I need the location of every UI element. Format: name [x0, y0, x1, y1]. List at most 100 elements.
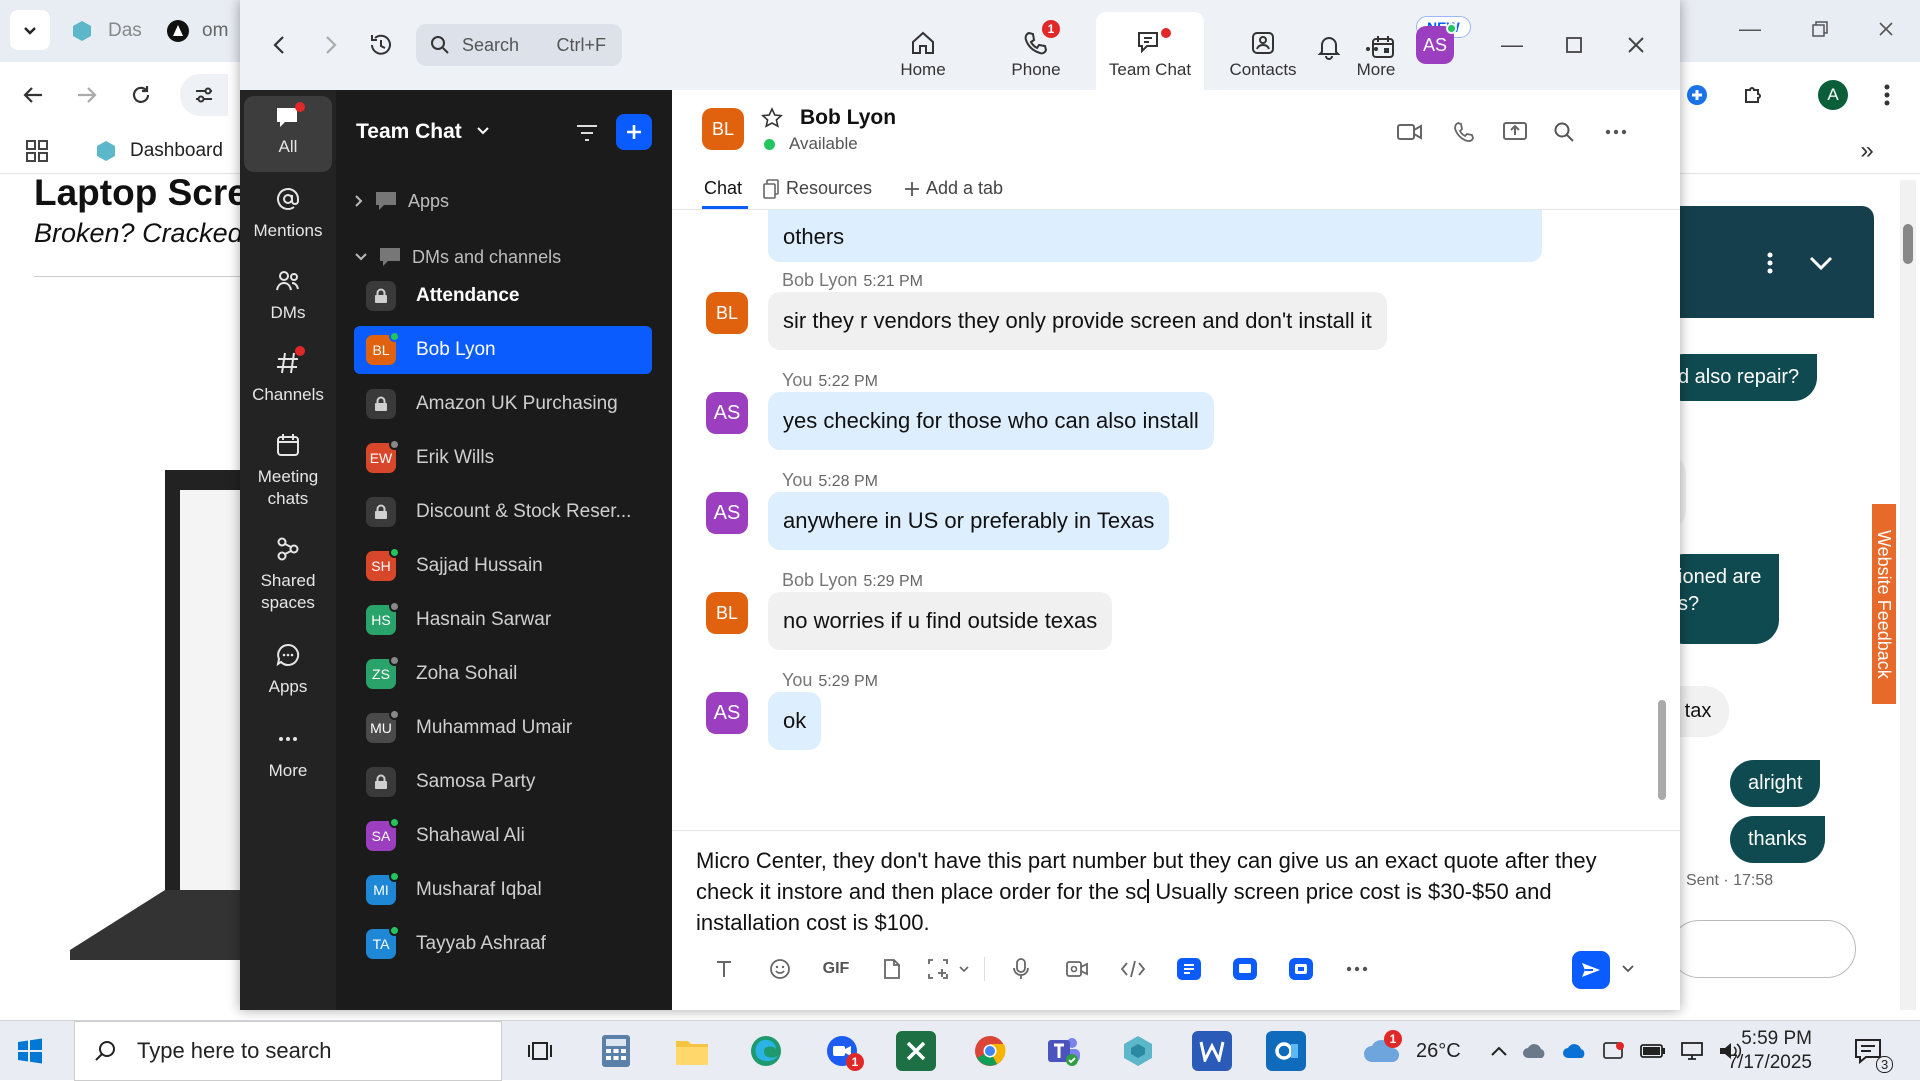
message-bubble[interactable]: others [768, 210, 1542, 262]
format-text-button[interactable] [696, 947, 752, 991]
widget-collapse-button[interactable] [1806, 248, 1836, 278]
rail-item-apps[interactable]: Apps [244, 642, 332, 698]
rail-item-meeting-chats[interactable]: Meeting chats [244, 432, 332, 510]
extensions-menu-button[interactable] [1738, 80, 1768, 110]
scrollbar-thumb[interactable] [1658, 700, 1666, 800]
rail-item-channels[interactable]: Channels [244, 346, 332, 406]
browser-tab-2[interactable]: om [166, 18, 228, 44]
message-bubble[interactable]: ok [768, 692, 822, 750]
audio-call-button[interactable] [1448, 116, 1480, 148]
docs-app-button[interactable] [1161, 947, 1217, 991]
channel-list-item[interactable]: MI Musharaf Iqbal [354, 866, 652, 914]
channel-list-item[interactable]: Attendance [354, 272, 652, 320]
compose-more-button[interactable] [1329, 947, 1385, 991]
history-button[interactable] [364, 28, 398, 62]
share-screen-button[interactable] [1498, 116, 1532, 148]
search-chat-button[interactable] [1548, 116, 1580, 148]
message-bubble[interactable]: anywhere in US or preferably in Texas [768, 492, 1170, 550]
browser-menu-button[interactable] [1872, 80, 1902, 110]
sender-avatar[interactable]: AS [706, 392, 748, 434]
tab-contacts[interactable]: Contacts [1210, 12, 1316, 90]
network-icon[interactable] [1680, 1041, 1704, 1061]
screenshot-button[interactable] [920, 947, 976, 991]
user-avatar[interactable]: AS [1416, 23, 1457, 64]
zoom-close-button[interactable] [1614, 30, 1658, 60]
attach-file-button[interactable] [864, 947, 920, 991]
channel-list-item[interactable]: BL Bob Lyon [354, 326, 652, 374]
website-feedback-tab[interactable]: Website Feedback [1872, 504, 1896, 704]
reload-button[interactable] [126, 80, 156, 110]
onedrive-grey-icon[interactable] [1522, 1042, 1548, 1060]
channel-list-item[interactable]: Samosa Party [354, 758, 652, 806]
taskbar-excel[interactable] [896, 1031, 936, 1071]
channel-list-item[interactable]: MU Muhammad Umair [354, 704, 652, 752]
taskbar-outlook[interactable] [1266, 1031, 1306, 1071]
bookmark-dashboard[interactable]: Dashboard [94, 136, 223, 166]
taskbar-app-dashboard[interactable] [1118, 1031, 1158, 1071]
message-input[interactable]: Micro Center, they don't have this part … [696, 845, 1656, 938]
message-bubble[interactable]: no worries if u find outside texas [768, 592, 1113, 650]
contact-avatar[interactable]: BL [702, 108, 744, 150]
browser-close-button[interactable] [1856, 14, 1916, 44]
scheduler-app-button[interactable] [1273, 947, 1329, 991]
widget-message-input[interactable] [1680, 920, 1856, 978]
message-bubble[interactable]: yes checking for those who can also inst… [768, 392, 1214, 450]
start-button[interactable] [14, 1035, 46, 1067]
channel-list-item[interactable]: Amazon UK Purchasing [354, 380, 652, 428]
weather-widget[interactable]: 1 26°C [1362, 1021, 1461, 1081]
rail-item-dms[interactable]: DMs [244, 268, 332, 324]
battery-icon[interactable] [1640, 1043, 1666, 1059]
code-snippet-button[interactable] [1105, 947, 1161, 991]
chevron-up-icon[interactable] [1490, 1045, 1508, 1057]
tab-home[interactable]: Home [870, 12, 976, 90]
message-scrollbar[interactable] [1658, 210, 1672, 830]
profile-avatar[interactable]: A [1818, 80, 1848, 110]
whiteboard-app-button[interactable] [1217, 947, 1273, 991]
taskbar-calculator[interactable] [596, 1031, 636, 1071]
calendar-button[interactable] [1366, 30, 1400, 64]
rail-item-all[interactable]: All [244, 96, 332, 172]
forward-button[interactable] [72, 80, 102, 110]
filter-button[interactable] [572, 118, 602, 148]
channel-list-item[interactable]: TA Tayyab Ashraaf [354, 920, 652, 968]
tab-list-button[interactable] [10, 10, 50, 50]
extension-button[interactable] [1682, 80, 1712, 110]
taskbar-search-input[interactable]: Type here to search [74, 1021, 502, 1081]
channel-list-item[interactable]: EW Erik Wills [354, 434, 652, 482]
channel-list-item[interactable]: ZS Zoha Sohail [354, 650, 652, 698]
zoom-maximize-button[interactable] [1552, 30, 1596, 60]
section-dms-and-channels[interactable]: DMs and channels [354, 246, 561, 268]
zoom-minimize-button[interactable]: — [1490, 30, 1534, 60]
widget-menu-button[interactable] [1760, 248, 1780, 278]
new-chat-button[interactable] [616, 114, 652, 150]
team-chat-header[interactable]: Team Chat [356, 120, 490, 144]
notification-center-button[interactable]: 3 [1854, 1021, 1894, 1081]
gif-button[interactable]: GIF [808, 947, 864, 991]
star-button[interactable] [760, 106, 784, 130]
clock[interactable]: 5:59 PM 7/17/2025 [1702, 1027, 1812, 1075]
video-call-button[interactable] [1394, 116, 1426, 148]
video-message-button[interactable] [1049, 947, 1105, 991]
contact-name[interactable]: Bob Lyon [800, 106, 896, 130]
task-view-button[interactable] [520, 1031, 560, 1071]
add-tab-button[interactable]: Add a tab [904, 178, 1003, 199]
bookmarks-overflow-button[interactable]: » [1852, 136, 1882, 166]
page-scrollbar[interactable] [1900, 180, 1916, 1010]
zoom-forward-button[interactable] [316, 30, 346, 60]
emoji-button[interactable] [752, 947, 808, 991]
section-apps[interactable]: Apps [354, 190, 449, 212]
site-info-button[interactable] [180, 74, 228, 116]
sender-avatar[interactable]: AS [706, 692, 748, 734]
tab-chat[interactable]: Chat [704, 178, 742, 199]
sender-avatar[interactable]: BL [706, 592, 748, 634]
screen-record-icon[interactable] [1602, 1040, 1626, 1062]
send-button[interactable] [1572, 951, 1610, 989]
browser-minimize-button[interactable]: — [1720, 14, 1780, 44]
taskbar-zoom[interactable]: 1 [822, 1031, 864, 1071]
tab-phone[interactable]: 1 Phone [983, 12, 1089, 90]
apps-grid-button[interactable] [24, 138, 50, 164]
channel-list-item[interactable]: SA Shahawal Ali [354, 812, 652, 860]
back-button[interactable] [18, 80, 48, 110]
tab-resources[interactable]: Resources [762, 178, 872, 199]
tab-team-chat[interactable]: Team Chat [1096, 12, 1204, 90]
